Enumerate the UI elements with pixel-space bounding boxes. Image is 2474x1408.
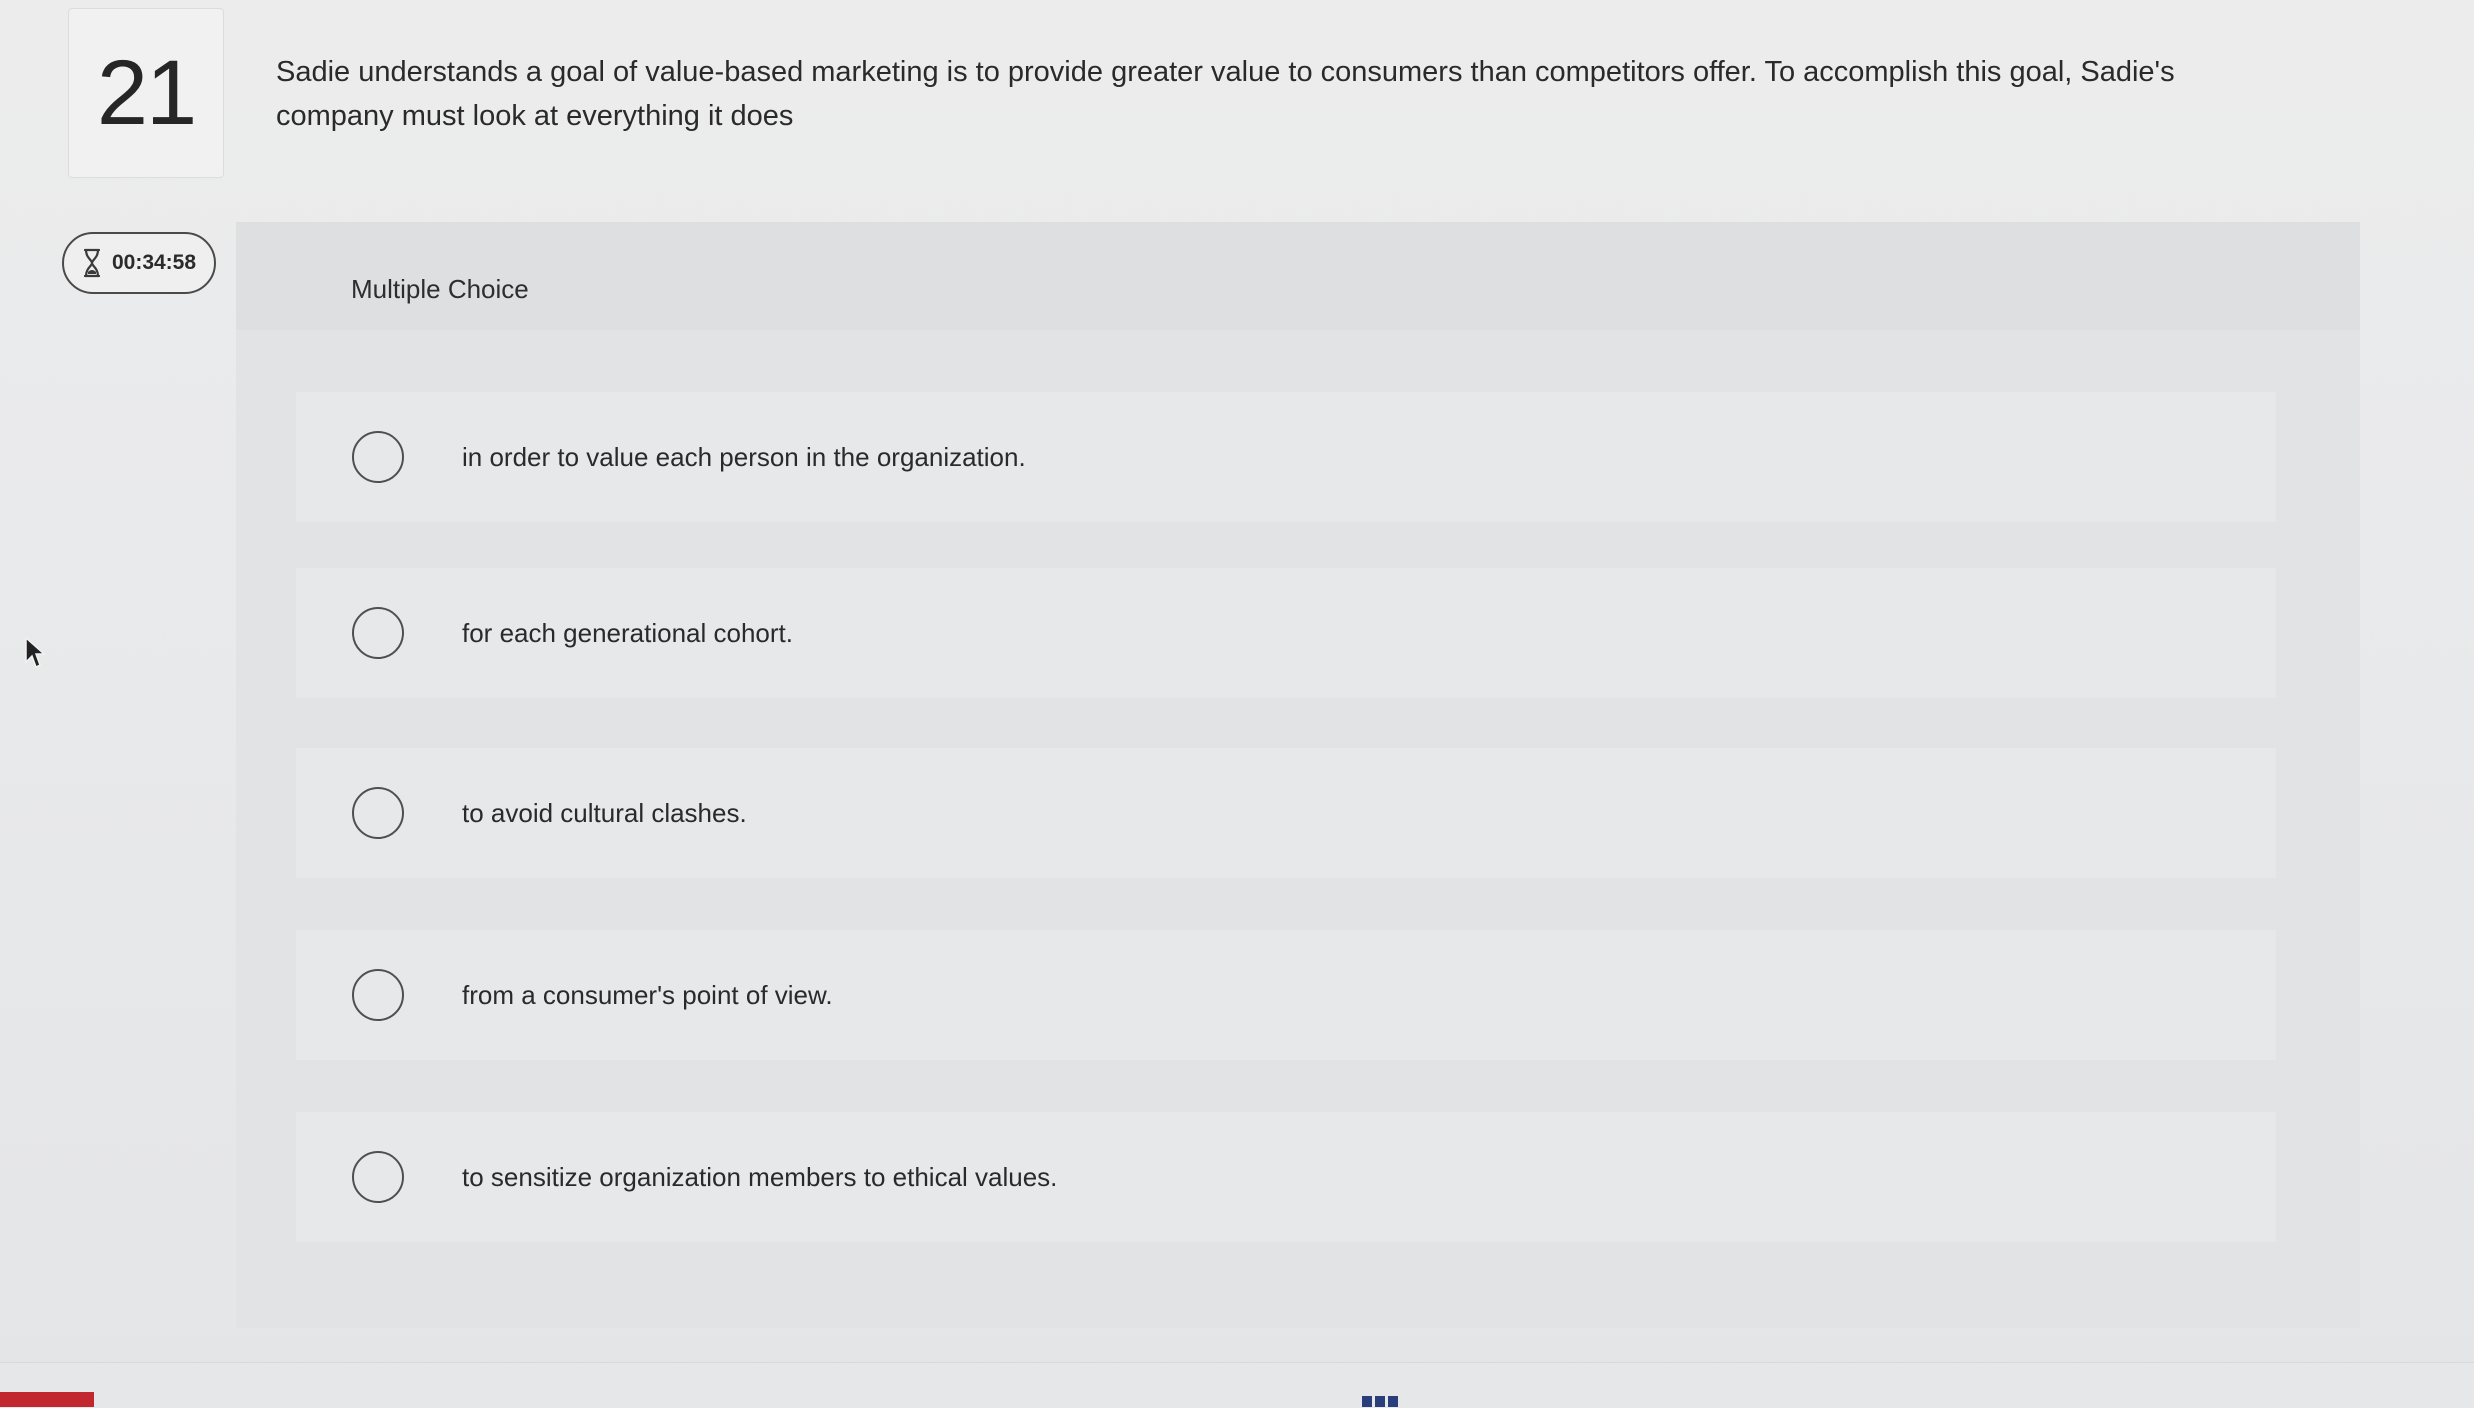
answer-option[interactable]: to avoid cultural clashes. [296, 748, 2276, 878]
brand-logo [0, 1392, 94, 1407]
radio-button[interactable] [352, 607, 404, 659]
answer-option-label: in order to value each person in the org… [462, 441, 1026, 472]
hourglass-icon [83, 248, 101, 278]
answer-option-label: to avoid cultural clashes. [462, 797, 747, 828]
answer-option-label: for each generational cohort. [462, 617, 793, 648]
answer-option[interactable]: from a consumer's point of view. [296, 930, 2276, 1060]
answer-option[interactable]: for each generational cohort. [296, 568, 2276, 698]
radio-button[interactable] [352, 787, 404, 839]
timer-value: 00:34:58 [111, 251, 197, 274]
answer-option[interactable]: to sensitize organization members to eth… [296, 1112, 2276, 1242]
answer-option-label: to sensitize organization members to eth… [462, 1161, 1058, 1192]
radio-button[interactable] [352, 431, 404, 483]
bottom-navigation-bar [0, 1362, 2474, 1408]
question-text: Sadie understands a goal of value-based … [276, 56, 2175, 132]
grid-icon[interactable] [1362, 1396, 1398, 1407]
question-card: Multiple Choice in order to value each p… [236, 222, 2360, 1328]
answer-option-label: from a consumer's point of view. [462, 979, 833, 1010]
mouse-cursor-icon [25, 636, 46, 669]
question-type-label: Multiple Choice [351, 274, 529, 304]
card-header [236, 222, 2360, 330]
question-number: 21 [68, 8, 224, 178]
answer-option[interactable]: in order to value each person in the org… [296, 392, 2276, 522]
radio-button[interactable] [352, 969, 404, 1021]
radio-button[interactable] [352, 1151, 404, 1203]
timer-badge[interactable]: 00:34:58 [62, 232, 216, 294]
